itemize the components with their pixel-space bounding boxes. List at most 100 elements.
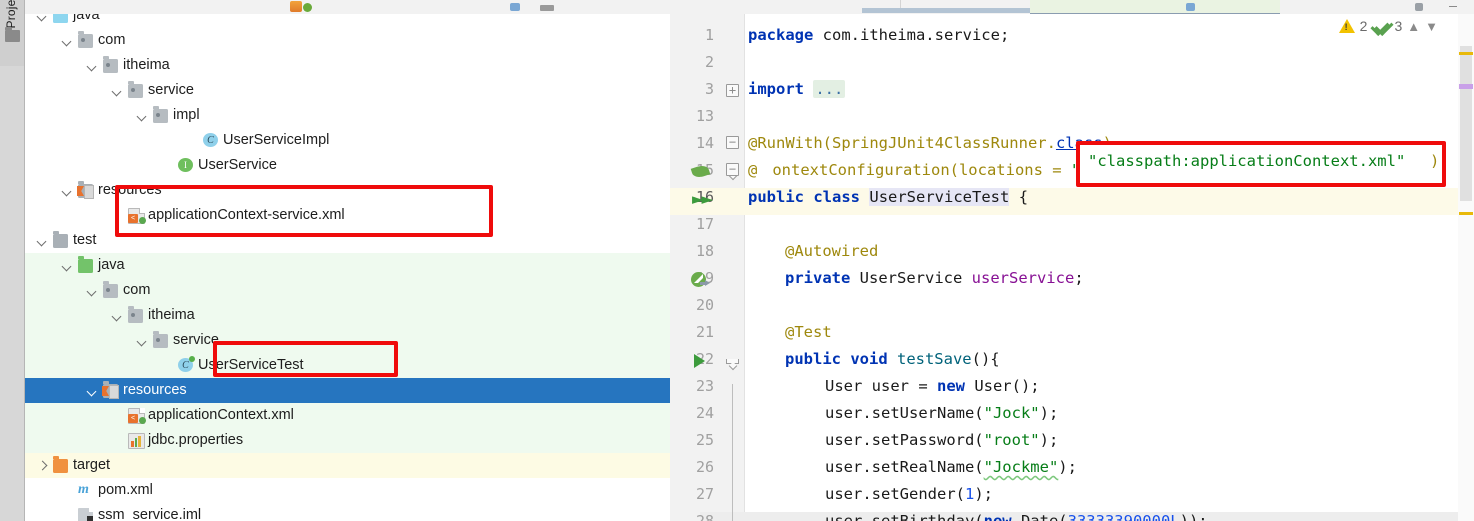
code-line-18: @Autowired [785,242,878,260]
tree-item-pom-xml[interactable]: m pom.xml [25,478,670,503]
tree-item-applicationcontext-xml[interactable]: < applicationContext.xml [25,403,670,428]
string-jockme: "Jockme" [983,458,1059,476]
fold-collapse-class-icon[interactable]: − [726,136,739,149]
chevron-down-icon[interactable] [135,328,149,353]
marker-warning[interactable] [1459,52,1473,55]
tree-item-label: test [73,232,97,248]
tree-item-label: com [98,32,126,48]
tree-item-java[interactable]: java [25,14,670,28]
stmt-user-decl: User user = [825,377,937,395]
chevron-down-icon[interactable] [85,278,99,303]
tree-item-itheima[interactable]: itheima [25,53,670,78]
keyword-private: private [785,269,851,287]
tree-item-service[interactable]: service [25,328,670,353]
chevron-right-icon[interactable] [35,453,49,478]
stmt-end: ); [974,485,993,503]
tree-item-userservice[interactable]: I UserService [25,153,670,178]
previous-problem-icon[interactable]: ▲ [1407,19,1420,34]
ok-count: 3 [1394,18,1403,34]
tree-item-impl[interactable]: impl [25,103,670,128]
marker-usage[interactable] [1459,84,1473,89]
toolbar-icon-4[interactable] [540,5,554,11]
tree-item-applicationcontext-service-xml[interactable]: < applicationContext-service.xml [25,203,670,228]
run-all-tests-icon[interactable]: ►► [692,192,713,207]
toolbar-icon-3[interactable] [510,3,520,11]
tree-item-label: itheima [148,307,195,323]
folder-orange-icon [53,456,68,473]
editor-scrollbar-thumb[interactable] [1460,46,1472,201]
autowired-bean-icon[interactable] [691,272,710,288]
iml-file-icon [78,507,94,521]
chevron-down-icon[interactable] [60,178,74,203]
chevron-down-icon[interactable] [85,53,99,78]
code-line-23: User user = new User(); [825,377,1040,395]
spring-leaf-icon[interactable] [690,163,711,180]
line-number: 27 [695,485,714,503]
tree-item-resources[interactable]: resources [25,178,670,203]
chevron-down-icon[interactable] [35,228,49,253]
package-icon [128,81,143,98]
chevron-down-icon[interactable] [135,103,149,128]
tree-item-com[interactable]: com [25,28,670,53]
keyword-public-void: public void [785,350,897,368]
tree-item-service[interactable]: service [25,78,670,103]
tree-item-userservicetest[interactable]: C UserServiceTest [25,353,670,378]
semicolon: ; [1074,269,1084,287]
tree-item-userserviceimpl[interactable]: C UserServiceImpl [25,128,670,153]
tree-item-label: service [173,332,219,348]
project-tree-panel[interactable]: java com itheima service impl C UserServiceImp… [25,14,670,521]
inspection-ok-icon [1370,16,1394,37]
annotated-classpath-string: "classpath:applicationContext.xml" [1088,152,1406,170]
code-line-19: private UserService userService; [785,269,1084,287]
code-line-3: import ... [748,80,846,98]
run-test-icon[interactable] [694,354,705,368]
stmt-end: ); [1039,431,1059,449]
editor-tab-fragment[interactable] [862,8,1030,13]
line-number: 17 [695,215,714,233]
folded-imports-placeholder[interactable]: ... [813,80,846,98]
code-content[interactable]: 1 2 3 13 14 15 16 17 18 19 20 21 22 23 2… [670,14,1474,521]
tree-item-itheima[interactable]: itheima [25,303,670,328]
tree-item-test[interactable]: test [25,228,670,253]
code-line-22: public void testSave(){ [785,350,1000,368]
chevron-down-icon[interactable] [110,303,124,328]
stmt-end: )); [1179,512,1208,521]
editor-marker-bar[interactable] [1458,14,1474,521]
maven-icon: m [78,482,89,497]
tree-item-label: applicationContext-service.xml [148,207,345,223]
marker-warning[interactable] [1459,212,1473,215]
tree-item-java[interactable]: java [25,253,670,278]
tree-item-label: java [98,257,125,273]
chevron-down-icon[interactable] [85,378,99,403]
keyword-new: new [936,377,965,395]
toolbar-icon-6[interactable] [1415,3,1423,11]
inspection-widget[interactable]: 2 3 ▲ ▼ [1338,14,1438,38]
code-editor[interactable]: 1 2 3 13 14 15 16 17 18 19 20 21 22 23 2… [670,14,1474,521]
tree-item-ssm-service-iml[interactable]: ssm_service.iml [25,503,670,521]
chevron-down-icon[interactable] [60,28,74,53]
tree-item-com[interactable]: com [25,278,670,303]
line-number: 13 [695,107,714,125]
chevron-down-icon[interactable] [60,253,74,278]
tree-item-jdbc-properties[interactable]: jdbc.properties [25,428,670,453]
stmt-setrealname: user.setRealName( [825,458,984,476]
stmt-setpassword: user.setPassword( [825,431,984,449]
next-problem-icon[interactable]: ▼ [1425,19,1438,34]
tree-item-resources[interactable]: resources [25,378,670,403]
folder-icon[interactable] [5,27,20,42]
fold-collapse-annotation-icon[interactable]: − [726,163,739,176]
number-1: 1 [964,485,975,503]
keyword-new: new [983,512,1012,521]
tree-item-target[interactable]: target [25,453,670,478]
package-icon [78,31,93,48]
tree-item-label: jdbc.properties [148,432,244,448]
chevron-down-icon[interactable] [110,78,124,103]
package-icon [103,56,118,73]
package-name: com.itheima.service; [813,26,1010,44]
chevron-down-icon[interactable] [35,14,49,28]
fold-expand-import-icon[interactable]: + [726,84,739,97]
fold-method-end-icon [726,359,739,367]
package-icon [103,281,118,298]
toolbar-icon-5[interactable] [1186,3,1195,11]
method-body-line [732,384,733,521]
